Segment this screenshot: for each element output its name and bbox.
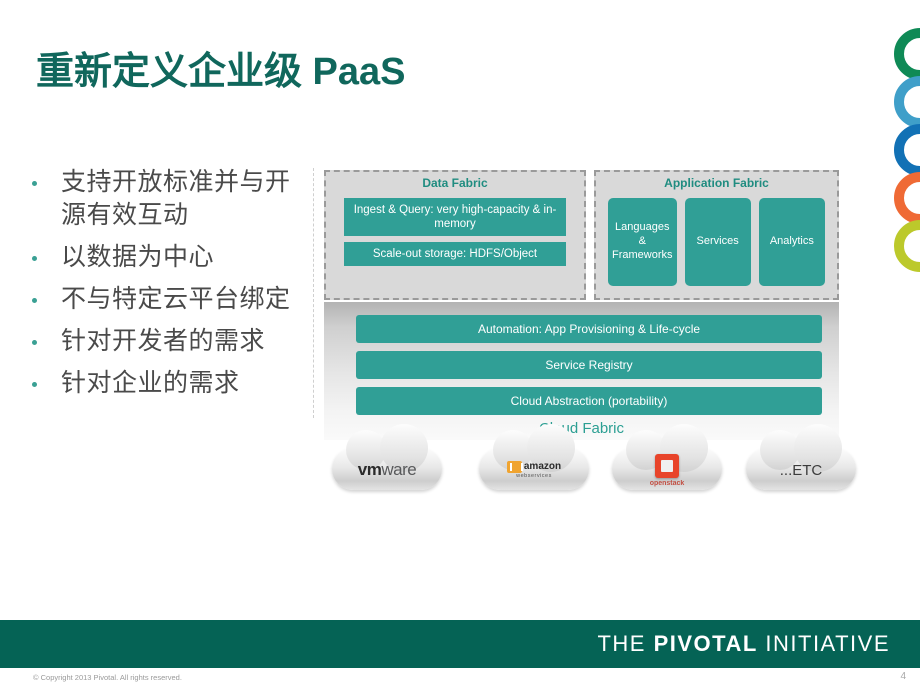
- pivotal-logo: THE PIVOTAL INITIATIVE: [597, 631, 890, 657]
- etc-logo: ...ETC: [746, 450, 856, 490]
- ring-blue-icon: [894, 124, 920, 176]
- brand-ring-stack: [876, 28, 920, 288]
- application-fabric-column-1: Languages & Frameworks: [608, 198, 677, 286]
- bullet-text: 支持开放标准并与开源有效互动: [61, 168, 291, 229]
- aws-name: amazon: [523, 461, 562, 473]
- bullet-item-5: 针对企业的需求: [32, 367, 304, 400]
- application-fabric-column-3: Analytics: [758, 198, 825, 286]
- bullet-item-4: 针对开发者的需求: [32, 325, 304, 358]
- openstack-name: openstack: [649, 479, 685, 487]
- aws-cart-icon: [506, 460, 523, 473]
- bullet-item-2: 以数据为中心: [32, 241, 304, 274]
- footer-brand-prefix: THE: [597, 631, 654, 656]
- bullet-dot-icon: [32, 298, 37, 303]
- openstack-logo: openstack: [612, 450, 722, 490]
- cloud-provider-openstack: openstack: [612, 424, 722, 500]
- architecture-diagram: Data Fabric Ingest & Query: very high-ca…: [324, 170, 856, 508]
- openstack-wordmark: openstack: [649, 453, 685, 487]
- aws-logo: amazon webservices: [479, 450, 589, 490]
- cloud-provider-etc: ...ETC: [746, 424, 856, 500]
- bullet-text: 以数据为中心: [61, 243, 215, 271]
- footer-brand-suffix: INITIATIVE: [757, 631, 890, 656]
- bullet-dot-icon: [32, 181, 37, 186]
- page-title: 重新定义企业级 PaaS: [36, 51, 406, 93]
- vmware-wordmark: vmware: [357, 460, 417, 479]
- aws-wordmark: amazon webservices: [506, 460, 562, 480]
- footer-brand-bold: PIVOTAL: [653, 631, 758, 656]
- page-number: 4: [900, 671, 906, 682]
- vmware-logo: vmware: [332, 450, 442, 490]
- copyright-text: © Copyright 2013 Pivotal. All rights res…: [33, 673, 182, 682]
- bullet-dot-icon: [32, 340, 37, 345]
- cloud-providers: vmware amazon webservices openstack ...ETC: [324, 424, 856, 508]
- openstack-square-icon: [655, 453, 679, 478]
- footer-bar: THE PIVOTAL INITIATIVE: [0, 620, 920, 668]
- cloud-provider-vmware: vmware: [332, 424, 442, 500]
- ring-yellowgreen-icon: [894, 220, 920, 272]
- bullet-text: 针对企业的需求: [61, 369, 240, 397]
- cloud-fabric-bar-1: Automation: App Provisioning & Life-cycl…: [356, 315, 822, 343]
- bullet-dot-icon: [32, 382, 37, 387]
- bullet-text: 不与特定云平台绑定: [61, 285, 291, 313]
- data-fabric-bar-1: Ingest & Query: very high-capacity & in-…: [344, 198, 566, 236]
- cloud-fabric-box: Automation: App Provisioning & Life-cycl…: [324, 302, 839, 440]
- data-fabric-bar-2: Scale-out storage: HDFS/Object: [344, 242, 566, 266]
- application-fabric-columns: Languages & Frameworks Services Analytics: [596, 198, 837, 286]
- data-fabric-bars: Ingest & Query: very high-capacity & in-…: [326, 198, 584, 266]
- cloud-fabric-bar-3: Cloud Abstraction (portability): [356, 387, 822, 415]
- data-fabric-box: Data Fabric Ingest & Query: very high-ca…: [324, 170, 586, 300]
- ring-green-icon: [894, 28, 920, 80]
- bullet-list: 支持开放标准并与开源有效互动以数据为中心不与特定云平台绑定 针对开发者的需求 针对企…: [32, 166, 304, 409]
- data-fabric-title: Data Fabric: [422, 176, 488, 190]
- ring-lightblue-icon: [894, 76, 920, 128]
- application-fabric-title: Application Fabric: [664, 176, 769, 190]
- aws-subtitle: webservices: [516, 472, 552, 479]
- bullet-item-3: 不与特定云平台绑定: [32, 283, 304, 316]
- bullet-text: 针对开发者的需求: [61, 327, 266, 355]
- etc-label: ...ETC: [779, 461, 823, 479]
- cloud-provider-aws: amazon webservices: [479, 424, 589, 500]
- cloud-fabric-bar-2: Service Registry: [356, 351, 822, 379]
- content-divider: [313, 168, 314, 418]
- bullet-dot-icon: [32, 256, 37, 261]
- application-fabric-column-2: Services: [684, 198, 751, 286]
- fabric-row: Data Fabric Ingest & Query: very high-ca…: [324, 170, 839, 300]
- application-fabric-box: Application Fabric Languages & Framework…: [594, 170, 839, 300]
- ring-orange-icon: [894, 172, 920, 224]
- slide-canvas: 重新定义企业级 PaaS 支持开放标准并与开源有效互动以数据为中心不与特定云平台…: [0, 0, 920, 690]
- bullet-item-1: 支持开放标准并与开源有效互动: [32, 166, 304, 232]
